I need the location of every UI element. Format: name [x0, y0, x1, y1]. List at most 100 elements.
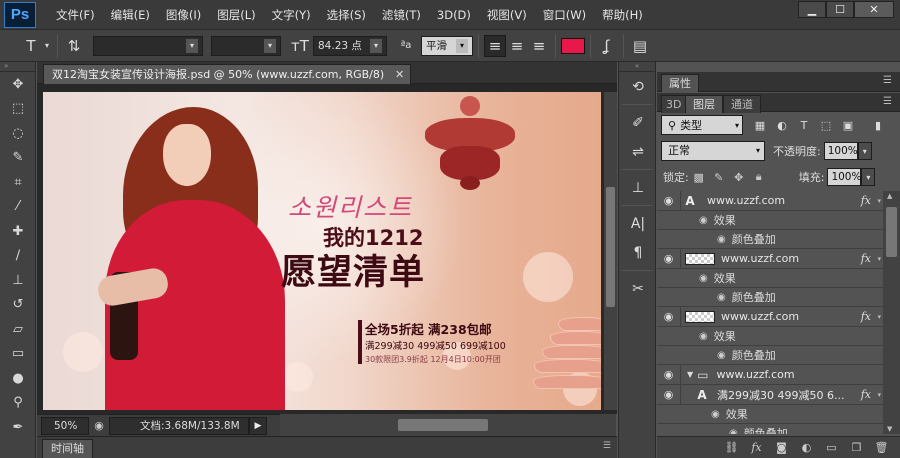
filter-shape-icon[interactable]: ⬚ [815, 115, 837, 135]
visibility-eye-icon[interactable] [657, 424, 681, 435]
new-layer-icon[interactable]: ❐ [844, 439, 869, 457]
paragraph-icon[interactable]: ¶ [619, 238, 657, 267]
visibility-eye-icon[interactable]: ◉ [711, 409, 720, 420]
scroll-up-icon[interactable]: ▲ [887, 192, 892, 200]
chevron-down-icon[interactable]: ▾ [857, 142, 872, 160]
menu-image[interactable]: 图像(I) [158, 0, 209, 30]
quick-select-tool-icon[interactable]: ✎ [0, 146, 36, 171]
chevron-down-icon[interactable]: ▾ [877, 313, 881, 321]
visibility-eye-icon[interactable]: ◉ [699, 273, 708, 284]
brush-tool-icon[interactable]: ∕ [0, 244, 36, 269]
chevron-down-icon[interactable]: ▾ [877, 255, 881, 263]
layer-row[interactable]: ◉ A 满299减30 499减50 6... fx ▾ [657, 385, 883, 405]
layer-effects-icon[interactable]: fx [861, 194, 871, 207]
menu-edit[interactable]: 编辑(E) [103, 0, 158, 30]
lock-position-icon[interactable]: ✥ [729, 168, 749, 186]
menu-layer[interactable]: 图层(L) [209, 0, 263, 30]
add-layer-style-icon[interactable]: fx [744, 439, 769, 457]
blur-tool-icon[interactable]: ● [0, 366, 36, 391]
visibility-eye-icon[interactable] [657, 288, 681, 307]
blend-mode-select[interactable]: 正常 ▾ [661, 141, 765, 161]
effects-row[interactable]: ◉ 效果 [657, 327, 883, 346]
visibility-eye-icon[interactable] [657, 211, 681, 230]
eraser-tool-icon[interactable]: ▱ [0, 317, 36, 342]
effect-item-row[interactable]: ◉ 颜色叠加 [657, 346, 883, 365]
opacity-field[interactable]: 100% [823, 142, 858, 160]
layer-effects-icon[interactable]: fx [861, 388, 871, 401]
align-center-icon[interactable]: ≡ [506, 35, 528, 57]
menu-type[interactable]: 文字(Y) [264, 0, 319, 30]
dodge-tool-icon[interactable]: ⚲ [0, 391, 36, 416]
scroll-down-icon[interactable]: ▼ [887, 425, 892, 433]
visibility-eye-icon[interactable]: ◉ [717, 350, 726, 361]
new-group-icon[interactable]: ▭ [819, 439, 844, 457]
visibility-eye-icon[interactable]: ◉ [657, 249, 681, 268]
crop-tool-icon[interactable]: ⌗ [0, 170, 36, 195]
clone-stamp-tool-icon[interactable]: ⊥ [0, 268, 36, 293]
marquee-tool-icon[interactable]: ⬚ [0, 97, 36, 122]
filter-adjustment-icon[interactable]: ◐ [771, 115, 793, 135]
canvas-area[interactable]: 소원리스트 我的1212 愿望清单 全场5折起 满238包邮 满299减30 4… [37, 84, 617, 414]
visibility-eye-icon[interactable]: ◉ [699, 215, 708, 226]
panel-menu-icon[interactable]: ☰ [883, 75, 892, 86]
visibility-eye-icon[interactable] [657, 230, 681, 249]
visibility-eye-icon[interactable]: ◉ [729, 428, 738, 435]
visibility-eye-icon[interactable]: ◉ [657, 191, 681, 210]
history-icon[interactable]: ⟲ [619, 72, 657, 101]
panel-menu-icon[interactable]: ☰ [603, 441, 611, 451]
close-icon[interactable]: ✕ [395, 65, 404, 84]
close-icon[interactable]: ✕ [854, 1, 894, 18]
font-family-select[interactable]: ▾ [93, 35, 203, 56]
filter-pixel-icon[interactable]: ▦ [749, 115, 771, 135]
tab-properties[interactable]: 属性 [661, 74, 699, 92]
menu-select[interactable]: 选择(S) [319, 0, 374, 30]
delete-layer-icon[interactable]: 🗑︎ [869, 439, 894, 457]
visibility-eye-icon[interactable]: ◉ [657, 307, 681, 326]
tab-3d[interactable]: 3D [661, 95, 687, 113]
layer-effects-icon[interactable]: fx [861, 252, 871, 265]
poster-canvas[interactable]: 소원리스트 我的1212 愿望清单 全场5折起 满238包邮 满299减30 4… [43, 92, 601, 410]
healing-brush-tool-icon[interactable]: ✚ [0, 219, 36, 244]
expand-triangle-icon[interactable]: ▼ [687, 370, 693, 379]
layer-row[interactable]: ◉ www.uzzf.com fx ▾ [657, 249, 883, 269]
menu-window[interactable]: 窗口(W) [535, 0, 594, 30]
fill-field[interactable]: 100% [827, 168, 861, 186]
align-right-icon[interactable]: ≡ [528, 35, 550, 57]
character-icon[interactable]: A| [619, 209, 657, 238]
eyedropper-tool-icon[interactable]: ⁄ [0, 195, 36, 220]
warp-text-icon[interactable]: ʆ [596, 35, 618, 57]
status-menu-arrow-icon[interactable]: ▶ [249, 416, 267, 435]
filter-toggle-icon[interactable]: ▮ [867, 115, 889, 135]
menu-file[interactable]: 文件(F) [48, 0, 103, 30]
menu-help[interactable]: 帮助(H) [594, 0, 651, 30]
document-tab[interactable]: 双12淘宝女装宣传设计海报.psd @ 50% (www.uzzf.com, R… [43, 64, 412, 84]
font-style-select[interactable]: ▾ [211, 35, 281, 56]
scrollbar-thumb[interactable] [398, 419, 488, 431]
effects-row[interactable]: ◉ 效果 [657, 211, 883, 230]
visibility-eye-icon[interactable] [657, 346, 681, 365]
layer-group-row[interactable]: ◉ ▼ ▭ www.uzzf.com [657, 365, 883, 385]
lock-pixels-icon[interactable]: ✎ [709, 168, 729, 186]
visibility-eye-icon[interactable]: ◉ [699, 331, 708, 342]
layers-scrollbar[interactable]: ▲ ▼ [883, 191, 900, 434]
visibility-eye-icon[interactable] [657, 405, 681, 424]
visibility-eye-icon[interactable] [657, 269, 681, 288]
lock-transparency-icon[interactable]: ▩ [689, 168, 709, 186]
canvas-horizontal-scrollbar[interactable] [280, 414, 616, 436]
chevron-down-icon[interactable]: ▾ [861, 168, 876, 186]
adjustments-icon[interactable]: ⇌ [619, 137, 657, 166]
filter-smart-object-icon[interactable]: ▣ [837, 115, 859, 135]
align-left-icon[interactable]: ≡ [484, 34, 506, 57]
effect-item-row[interactable]: ◉ 颜色叠加 [657, 288, 883, 307]
canvas-vertical-scrollbar[interactable] [604, 92, 617, 410]
tool-preset-chevron-icon[interactable]: ▾ [42, 35, 52, 57]
visibility-eye-icon[interactable] [657, 327, 681, 346]
layer-effects-icon[interactable]: fx [861, 310, 871, 323]
lasso-tool-icon[interactable]: ◌ [0, 121, 36, 146]
timeline-tab[interactable]: 时间轴 [42, 439, 93, 458]
panel-grip-icon[interactable]: » [0, 62, 35, 72]
panel-grip-icon[interactable]: « [619, 62, 655, 72]
tool-presets-icon[interactable]: ✂ [619, 274, 657, 303]
layer-filter-select[interactable]: ⚲ 类型 ▾ [661, 115, 743, 135]
tab-channels[interactable]: 通道 [723, 95, 761, 113]
